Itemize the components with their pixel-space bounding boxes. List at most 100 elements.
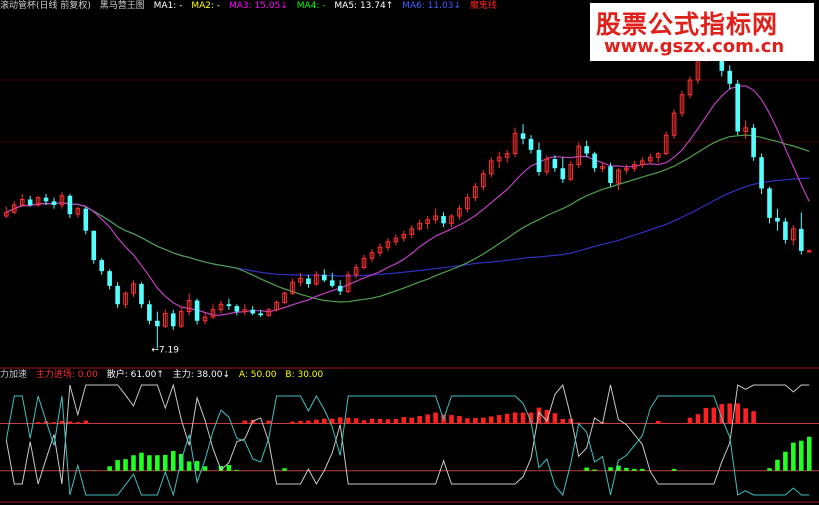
oscillator-bar bbox=[751, 411, 756, 424]
oscillator-bar bbox=[624, 467, 629, 471]
oscillator-bar bbox=[552, 413, 558, 424]
candle-body bbox=[51, 201, 57, 205]
oscillator-bar bbox=[210, 422, 216, 424]
ma-line-blue bbox=[6, 177, 810, 277]
candle-body bbox=[608, 166, 613, 183]
stock-chart-window: { "top_header": { "title": "滚动管杯(日线 前复权)… bbox=[0, 0, 819, 505]
oscillator-bar bbox=[353, 418, 359, 424]
candle-body bbox=[592, 153, 597, 169]
oscillator-bar bbox=[584, 467, 589, 471]
candle-body bbox=[43, 197, 49, 202]
oscillator-bar bbox=[51, 422, 57, 424]
candle-body bbox=[147, 304, 152, 321]
candle-body bbox=[194, 300, 200, 321]
oscillator-bar bbox=[735, 403, 740, 424]
oscillator-bar bbox=[163, 454, 168, 471]
candle-body bbox=[115, 285, 120, 305]
candle-body bbox=[799, 228, 804, 251]
candle-body bbox=[528, 138, 534, 150]
candle-body bbox=[250, 309, 256, 314]
candle-body bbox=[727, 70, 733, 84]
oscillator-bar bbox=[608, 467, 613, 471]
candle-body bbox=[107, 271, 112, 286]
oscillator-bar bbox=[504, 413, 510, 424]
candle-body bbox=[329, 280, 335, 286]
main-force-line bbox=[5, 394, 810, 497]
oscillator-bar bbox=[369, 418, 375, 424]
candle-body bbox=[258, 313, 263, 316]
ma-line-magenta bbox=[6, 85, 810, 316]
oscillator-bar bbox=[767, 468, 772, 471]
oscillator-bar bbox=[799, 440, 804, 471]
oscillator-bar bbox=[298, 420, 303, 424]
oscillator-bar bbox=[632, 468, 637, 471]
low-price-label: ←7.19 bbox=[151, 346, 179, 356]
watermark-logo: 股票公式指标网 www.gszx.com.cn bbox=[590, 3, 814, 61]
oscillator-bar bbox=[425, 414, 430, 424]
oscillator-bar bbox=[385, 419, 391, 424]
oscillator-bar bbox=[433, 412, 438, 424]
oscillator-bar bbox=[791, 442, 796, 471]
chart-canvas[interactable]: ←7.19 bbox=[0, 0, 819, 505]
oscillator-bar bbox=[234, 469, 240, 471]
oscillator-bar bbox=[226, 464, 232, 471]
oscillator-bar bbox=[75, 422, 81, 424]
oscillator-bar bbox=[155, 455, 160, 471]
oscillator-bar bbox=[640, 468, 645, 471]
candle-body bbox=[767, 188, 772, 218]
oscillator-bar bbox=[695, 414, 701, 424]
oscillator-bar bbox=[449, 415, 454, 424]
oscillator-bar bbox=[306, 420, 311, 424]
candle-body bbox=[520, 133, 526, 139]
oscillator-bar bbox=[377, 418, 383, 424]
ma-line-green bbox=[6, 134, 810, 303]
candle-body bbox=[155, 320, 160, 327]
candle-body bbox=[234, 306, 240, 312]
oscillator-bar bbox=[743, 408, 748, 424]
oscillator-bar bbox=[488, 416, 494, 424]
oscillator-bar bbox=[592, 469, 597, 471]
candle-body bbox=[139, 284, 144, 305]
candle-body bbox=[584, 146, 589, 154]
oscillator-bar bbox=[147, 455, 152, 471]
oscillator-bar bbox=[290, 421, 295, 424]
oscillator-bar bbox=[345, 417, 351, 424]
oscillator-bar bbox=[393, 418, 399, 424]
oscillator-bar bbox=[727, 403, 733, 424]
candle-body bbox=[83, 208, 89, 231]
oscillator-bar bbox=[473, 417, 478, 424]
candle-body bbox=[759, 157, 764, 189]
candle-body bbox=[552, 159, 558, 169]
oscillator-bar bbox=[759, 422, 764, 424]
oscillator-bar bbox=[139, 452, 144, 471]
oscillator-bar bbox=[123, 459, 128, 471]
oscillator-bar bbox=[711, 407, 717, 424]
oscillator-bar bbox=[361, 420, 367, 424]
oscillator-bar bbox=[417, 416, 422, 424]
oscillator-bar bbox=[115, 460, 120, 471]
oscillator-bar bbox=[512, 412, 518, 424]
oscillator-bar bbox=[671, 468, 677, 471]
oscillator-bar bbox=[170, 451, 176, 471]
oscillator-bar bbox=[520, 412, 526, 424]
candle-body bbox=[99, 260, 104, 272]
oscillator-bar bbox=[194, 461, 200, 471]
oscillator-bar bbox=[337, 417, 343, 424]
oscillator-bar bbox=[496, 415, 502, 424]
candle-body bbox=[536, 149, 542, 172]
oscillator-bar bbox=[663, 422, 669, 424]
candle-body bbox=[67, 195, 73, 215]
oscillator-bar bbox=[465, 418, 470, 424]
oscillator-bar bbox=[202, 466, 208, 471]
candle-body bbox=[775, 217, 780, 222]
candle-body bbox=[783, 221, 788, 240]
oscillator-bar bbox=[99, 422, 104, 424]
oscillator-bar bbox=[242, 420, 248, 424]
oscillator-bar bbox=[314, 419, 319, 424]
oscillator-bar bbox=[806, 436, 812, 471]
oscillator-bar bbox=[775, 459, 780, 471]
candle-body bbox=[306, 278, 311, 285]
oscillator-bar bbox=[322, 418, 327, 424]
oscillator-bar bbox=[457, 416, 462, 424]
candle-body bbox=[806, 250, 812, 253]
